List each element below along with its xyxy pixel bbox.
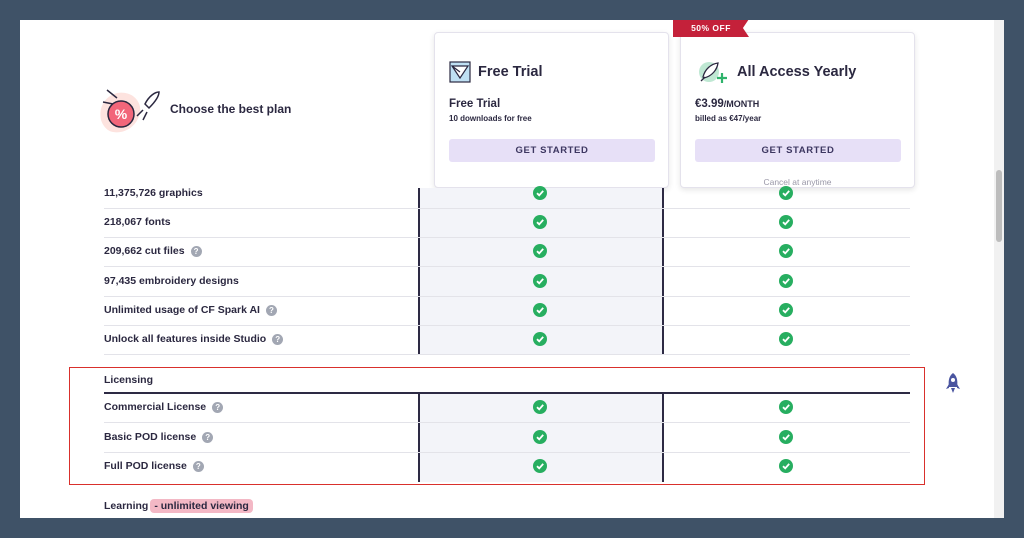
- feature-text: 97,435 embroidery designs: [104, 275, 239, 287]
- check-icon: [533, 400, 547, 414]
- column-divider: [418, 188, 420, 355]
- help-icon[interactable]: ?: [190, 245, 202, 257]
- check-icon: [533, 215, 547, 229]
- column-divider: [662, 188, 664, 355]
- row-divider: [104, 266, 910, 267]
- check-icon: [533, 244, 547, 258]
- license-text: Commercial License: [104, 401, 207, 413]
- feature-text: 11,375,726 graphics: [104, 187, 203, 199]
- check-icon: [779, 244, 793, 258]
- plan-name: Free Trial: [478, 64, 543, 80]
- check-icon: [779, 400, 793, 414]
- plan-subtitle: 10 downloads for free: [449, 114, 532, 123]
- learning-title: Learning - unlimited viewing: [104, 499, 253, 513]
- section-divider: [104, 392, 910, 394]
- check-icon: [533, 186, 547, 200]
- free-column-background: [419, 188, 663, 355]
- price-unit: /MONTH: [723, 99, 760, 109]
- check-icon: [779, 274, 793, 288]
- check-icon: [779, 186, 793, 200]
- check-icon: [533, 303, 547, 317]
- page-title: Choose the best plan: [170, 102, 292, 116]
- discount-badge: 50% OFF: [673, 20, 749, 37]
- discount-rocket-icon: %: [100, 89, 160, 133]
- help-icon[interactable]: ?: [272, 333, 284, 345]
- help-icon[interactable]: ?: [192, 460, 204, 472]
- learning-label: Learning: [104, 500, 149, 512]
- plan-title: Free Trial: [449, 98, 501, 110]
- learning-highlight: - unlimited viewing: [150, 499, 253, 513]
- license-label: Basic POD license?: [104, 429, 214, 445]
- feature-label: 97,435 embroidery designs: [104, 273, 239, 289]
- license-text: Full POD license: [104, 460, 187, 472]
- plan-card-all-access-yearly: 50% OFF All Access Yearly €3.99/MONTH bi…: [673, 20, 915, 188]
- scrollbar-thumb[interactable]: [996, 170, 1002, 242]
- feature-text: Unlock all features inside Studio: [104, 333, 267, 345]
- row-divider: [104, 354, 910, 355]
- plan-billing: billed as €47/year: [695, 114, 762, 123]
- row-divider: [104, 422, 910, 423]
- feature-text: 218,067 fonts: [104, 216, 171, 228]
- feature-text: 209,662 cut files: [104, 245, 185, 257]
- licensing-title: Licensing: [104, 374, 154, 386]
- check-icon: [779, 303, 793, 317]
- license-label: Full POD license?: [104, 458, 204, 474]
- page: % Choose the best plan Free Trial Free T…: [20, 20, 1004, 518]
- check-icon: [533, 332, 547, 346]
- plan-price: €3.99/MONTH: [695, 98, 759, 110]
- help-icon[interactable]: ?: [212, 401, 224, 413]
- help-icon[interactable]: ?: [265, 304, 277, 316]
- row-divider: [104, 452, 910, 453]
- row-divider: [104, 237, 910, 238]
- rocket-icon[interactable]: [944, 372, 962, 394]
- row-divider: [104, 325, 910, 326]
- free-trial-get-started-button[interactable]: GET STARTED: [449, 139, 655, 162]
- check-icon: [779, 430, 793, 444]
- feature-label: Unlock all features inside Studio?: [104, 331, 284, 347]
- check-icon: [533, 459, 547, 473]
- scrollbar[interactable]: [994, 20, 1004, 518]
- plan-name: All Access Yearly: [737, 64, 857, 80]
- feature-label: 11,375,726 graphics: [104, 185, 203, 201]
- feature-text: Unlimited usage of CF Spark AI: [104, 304, 260, 316]
- check-icon: [533, 430, 547, 444]
- check-icon: [779, 459, 793, 473]
- check-icon: [779, 215, 793, 229]
- row-divider: [104, 296, 910, 297]
- license-label: Commercial License?: [104, 399, 224, 415]
- feature-label: 209,662 cut files?: [104, 243, 202, 259]
- license-text: Basic POD license: [104, 431, 197, 443]
- check-icon: [779, 332, 793, 346]
- svg-text:%: %: [115, 106, 128, 122]
- price-value: €3.99: [695, 98, 724, 110]
- cancel-note: Cancel at anytime: [763, 177, 832, 187]
- row-divider: [104, 208, 910, 209]
- plan-card-free-trial: Free Trial Free Trial 10 downloads for f…: [434, 32, 669, 188]
- feature-label: 218,067 fonts: [104, 214, 171, 230]
- help-icon[interactable]: ?: [202, 431, 214, 443]
- yearly-get-started-button[interactable]: GET STARTED: [695, 139, 901, 162]
- rocket-icon: [699, 62, 727, 83]
- check-icon: [533, 274, 547, 288]
- paper-plane-icon: [449, 61, 471, 83]
- feature-label: Unlimited usage of CF Spark AI?: [104, 302, 277, 318]
